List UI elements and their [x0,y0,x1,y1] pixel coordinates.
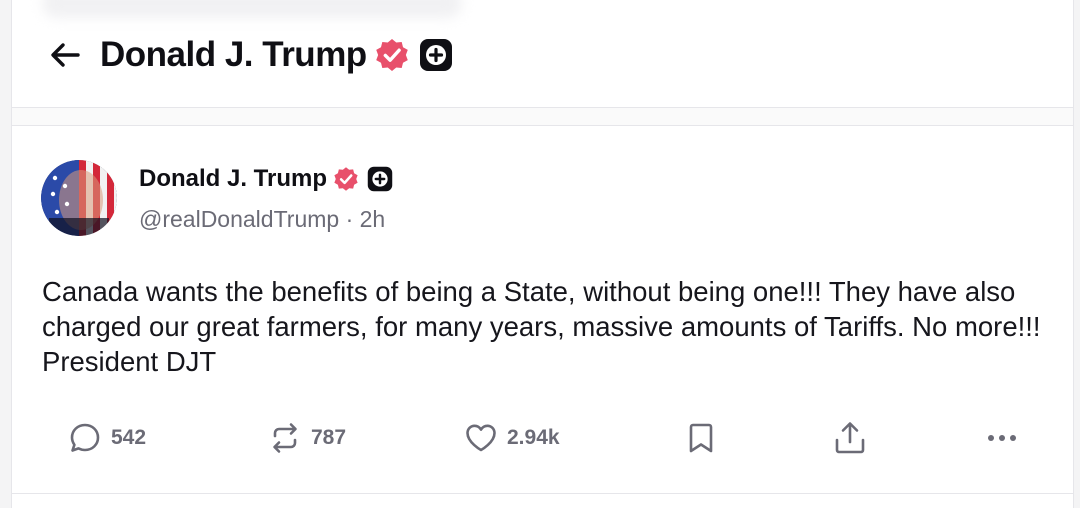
more-options-button[interactable] [984,416,1020,460]
bookmark-button[interactable] [683,416,719,460]
post-card: Donald J. Trump @realDonaldTrump · 2h Ca… [12,126,1073,494]
post-timestamp[interactable]: 2h [360,206,386,232]
verified-badge-icon [375,39,408,71]
plus-badge-icon [419,39,452,71]
reply-icon [70,423,100,452]
share-button[interactable] [832,416,868,460]
page-title: Donald J. Trump [100,35,367,74]
app-frame: Donald J. Trump Donald J. Trump @realDon… [11,0,1074,508]
avatar[interactable] [41,160,117,236]
retruth-count: 787 [311,426,347,449]
like-count: 2.94k [507,426,560,449]
reply-button[interactable]: 542 [67,416,146,460]
heart-icon [466,424,496,452]
author-row: Donald J. Trump [139,161,393,197]
separator: · [345,206,354,232]
share-icon [835,422,865,454]
repost-icon [273,423,297,453]
header-title-row: Donald J. Trump [100,30,453,80]
action-bar: 542 787 2.94k [12,416,1073,460]
bookmark-icon [689,423,713,453]
handle-row: @realDonaldTrump · 2h [139,206,385,233]
author-handle[interactable]: @realDonaldTrump [139,206,339,232]
avatar-image [41,160,117,236]
retruth-button[interactable]: 787 [267,416,346,460]
like-button[interactable]: 2.94k [463,416,560,460]
post-text: Canada wants the benefits of being a Sta… [42,276,1041,377]
reply-count: 542 [111,426,147,449]
verified-badge-icon [334,167,358,191]
arrow-left-icon[interactable] [48,38,82,72]
profile-header: Donald J. Trump [12,0,1073,108]
plus-badge-icon [367,166,393,192]
more-icon [988,435,1016,441]
author-name[interactable]: Donald J. Trump [139,165,327,193]
